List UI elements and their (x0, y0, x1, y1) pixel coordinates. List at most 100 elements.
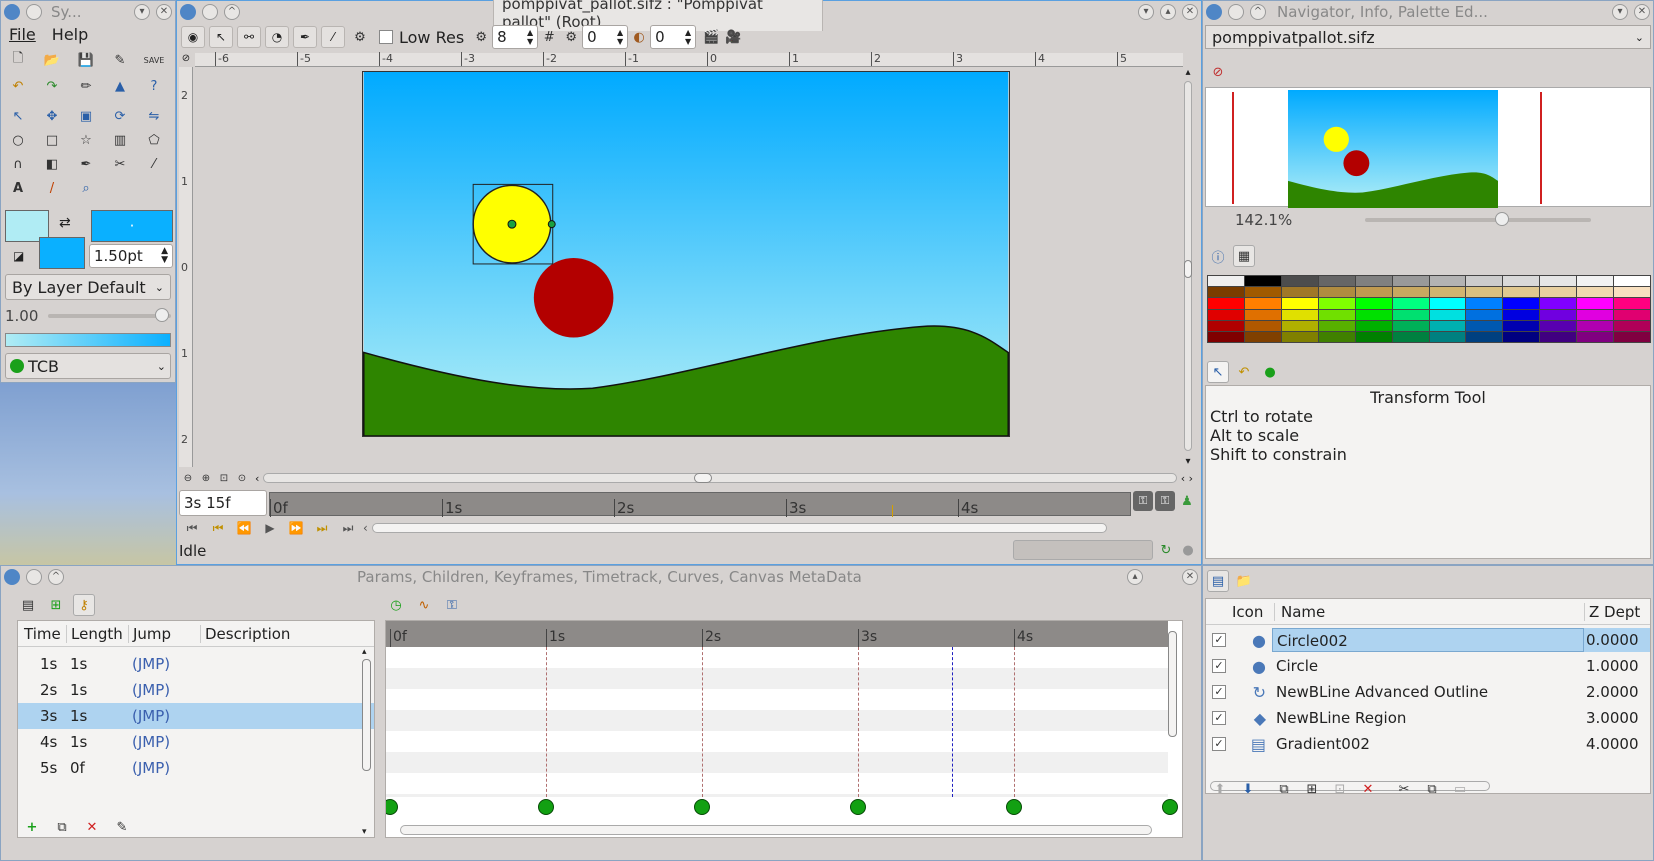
close-icon[interactable]: ✕ (156, 4, 172, 20)
show-tangent-icon[interactable]: ✒ (293, 26, 317, 48)
palette-swatch[interactable] (1503, 276, 1540, 287)
duplicate-layer-icon[interactable]: ⧉ (1273, 778, 1295, 800)
layer-visibility-checkbox[interactable]: ✓ (1212, 659, 1226, 673)
col-length[interactable]: Length (66, 624, 128, 643)
spin-arrows-icon[interactable]: ▲ ▼ (617, 28, 623, 46)
palette-swatch[interactable] (1355, 320, 1392, 331)
blend-method-select[interactable]: By Layer Default ⌄ (5, 274, 171, 300)
draw-tool-icon[interactable]: ✒ (75, 153, 97, 175)
waypoint-marker[interactable] (850, 799, 866, 815)
show-width-icon[interactable]: ⁄ (321, 26, 345, 48)
slider-handle-icon[interactable] (1495, 212, 1510, 226)
zoom-fit-icon[interactable]: ⊡ (215, 469, 233, 487)
transform-tool-icon[interactable]: ↖ (7, 105, 29, 127)
low-res-pixel-size[interactable]: 8 ▲ ▼ (492, 25, 539, 49)
palette-swatch[interactable] (1540, 287, 1577, 298)
palette-swatch[interactable] (1540, 320, 1577, 331)
palette-swatch[interactable] (1466, 276, 1503, 287)
col-icon[interactable]: Icon (1232, 603, 1274, 621)
menu-help[interactable]: Help (52, 25, 88, 44)
palette-swatch[interactable] (1392, 331, 1429, 342)
waypoint-marker[interactable] (1162, 799, 1178, 815)
palette-swatch[interactable] (1540, 276, 1577, 287)
palette-swatch[interactable] (1244, 287, 1281, 298)
show-guides-icon[interactable]: ◉ (181, 26, 205, 48)
palette-swatch[interactable] (1281, 320, 1318, 331)
palette-swatch[interactable] (1540, 298, 1577, 309)
show-radius-icon[interactable]: ◔ (265, 26, 289, 48)
close-icon[interactable]: ✕ (1182, 569, 1198, 585)
timetrack-tab-icon[interactable]: ◷ (385, 594, 407, 616)
layer-name[interactable]: Circle002 (1272, 628, 1584, 652)
time-scroll-left-icon[interactable]: ‹ (363, 521, 368, 535)
palette-swatch[interactable] (1466, 287, 1503, 298)
layer-visibility-checkbox[interactable]: ✓ (1212, 685, 1226, 699)
palette-swatch[interactable] (1244, 309, 1281, 320)
animation-mode-icon[interactable]: ♟ (1177, 491, 1197, 511)
palette-swatch[interactable] (1208, 287, 1244, 298)
palette-swatch[interactable] (1614, 276, 1650, 287)
low-res-checkbox[interactable] (379, 30, 393, 44)
keyframe-row[interactable]: 3s 1s (JMP) (18, 703, 374, 729)
red-ball-layer[interactable] (533, 257, 614, 338)
timetrack-hscroll[interactable] (400, 825, 1152, 835)
save-all-icon[interactable]: SAVE (143, 49, 165, 71)
keyframe-jump[interactable]: (JMP) (128, 759, 200, 777)
palette-swatch[interactable] (1208, 298, 1244, 309)
scroll-thumb[interactable] (1184, 260, 1192, 278)
timetrack-panel[interactable]: 0f 1s 2s 3s 4s (385, 620, 1183, 838)
canvas-vscrollbar[interactable]: ▴ ▾ (1181, 67, 1195, 467)
palette-swatch[interactable] (1244, 298, 1281, 309)
shade-icon[interactable] (1228, 4, 1244, 20)
duplicate-keyframe-icon[interactable]: ⧉ (51, 816, 73, 838)
swap-colors-icon[interactable]: ⇄ (59, 215, 71, 231)
shade-icon[interactable] (202, 4, 218, 20)
layers-tab-icon[interactable]: ▤ (1207, 570, 1229, 592)
palette-swatch[interactable] (1281, 331, 1318, 342)
col-time[interactable]: Time (18, 625, 66, 643)
palette-swatch[interactable] (1503, 320, 1540, 331)
keyframe-jump[interactable]: (JMP) (128, 681, 200, 699)
palette-swatch[interactable] (1318, 331, 1355, 342)
open-file-icon[interactable]: 📂 (41, 49, 63, 71)
fill-tool-icon[interactable]: ◧ (41, 153, 63, 175)
keyframe-row[interactable]: 2s 1s (JMP) (18, 677, 374, 703)
palette-swatch[interactable] (1318, 320, 1355, 331)
palette-swatch[interactable] (1208, 276, 1244, 287)
library-tab-icon[interactable]: 📁 (1233, 570, 1255, 592)
palette-swatch[interactable] (1503, 287, 1540, 298)
palette-swatch[interactable] (1281, 276, 1318, 287)
fill-color-swatch[interactable] (39, 237, 85, 269)
show-vertex-icon[interactable]: ⚯ (237, 26, 261, 48)
keyframe-jump[interactable]: (JMP) (128, 707, 200, 725)
palette-swatch[interactable] (1614, 298, 1650, 309)
encapsulate-layer-icon[interactable]: ⊞ (1301, 778, 1323, 800)
palette-tab-icon[interactable]: ▦ (1233, 245, 1255, 267)
canvas-workarea[interactable] (194, 67, 1178, 467)
palette-swatch[interactable] (1355, 276, 1392, 287)
keyframe-row[interactable]: 4s 1s (JMP) (18, 729, 374, 755)
palette-grid[interactable] (1207, 275, 1651, 343)
palette-swatch[interactable] (1318, 298, 1355, 309)
grid-icon[interactable]: # (538, 26, 560, 48)
palette-swatch[interactable] (1318, 276, 1355, 287)
remove-keyframe-icon[interactable]: ✕ (81, 816, 103, 838)
maximize-icon[interactable]: ▴ (1160, 4, 1176, 20)
time-zoom-scroll[interactable] (371, 523, 1107, 533)
scroll-down-icon[interactable]: ▾ (1181, 456, 1195, 467)
shade-icon[interactable] (26, 4, 42, 20)
app-menu-icon[interactable] (1206, 4, 1222, 20)
gradient-tool-icon[interactable]: ▥ (109, 129, 131, 151)
col-zdepth[interactable]: Z Dept (1584, 602, 1650, 621)
palette-swatch[interactable] (1540, 309, 1577, 320)
palette-swatch[interactable] (1318, 309, 1355, 320)
keyframes-tab-icon[interactable]: ⚷ (73, 594, 95, 616)
rectangle-tool-icon[interactable]: □ (41, 129, 63, 151)
polygon-tool-icon[interactable]: ⬠ (143, 129, 165, 151)
scroll-right-icon[interactable]: ‹ › (1181, 472, 1193, 485)
add-keyframe-icon[interactable]: + (21, 816, 43, 838)
delete-layer-icon[interactable]: ✕ (1357, 778, 1379, 800)
current-time-field[interactable]: 3s 15f (179, 490, 267, 516)
show-ducks-icon[interactable]: ↖ (209, 26, 233, 48)
help-icon[interactable]: ? (143, 75, 165, 97)
